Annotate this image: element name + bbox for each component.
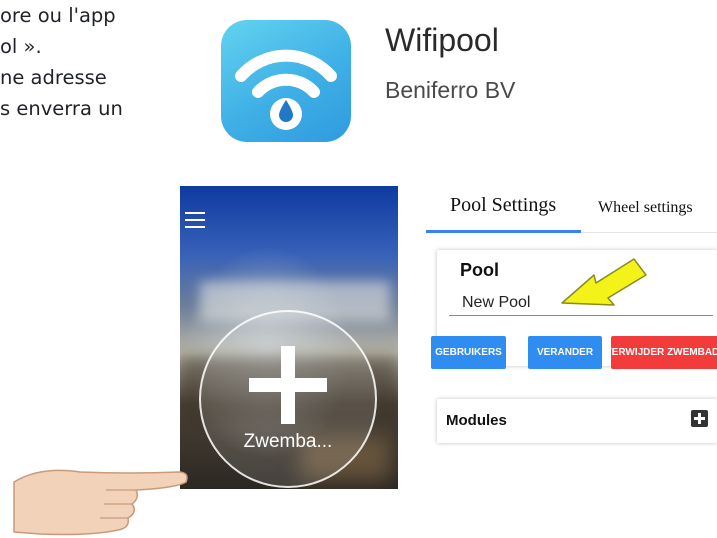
users-button[interactable]: GEBRUIKERS — [431, 336, 506, 369]
wifi-drop-icon — [221, 20, 351, 142]
yellow-arrow-icon — [561, 258, 647, 306]
modules-card: Modules — [437, 399, 717, 443]
app-developer: Beniferro BV — [385, 77, 516, 103]
pool-section-title: Pool — [460, 260, 499, 280]
tab-bar: Pool Settings Wheel settings — [426, 186, 717, 233]
modules-title: Modules — [446, 412, 507, 429]
document-line: ol ». — [0, 35, 42, 58]
document-line: ne adresse — [0, 66, 107, 89]
change-button[interactable]: VERANDER — [528, 336, 602, 369]
document-line: s enverra un — [0, 97, 123, 120]
active-tab-indicator — [426, 230, 581, 233]
app-name: Wifipool — [385, 22, 499, 58]
pool-settings-panel: Pool Settings Wheel settings Pool GEBRUI… — [426, 186, 717, 456]
phone-screen: Zwemba... — [180, 186, 398, 489]
add-module-icon[interactable] — [691, 410, 708, 427]
tab-wheel-settings[interactable]: Wheel settings — [598, 199, 693, 217]
hamburger-menu-icon[interactable] — [185, 212, 205, 228]
pointing-hand-icon — [13, 469, 188, 536]
delete-pool-button[interactable]: VERWIJDER ZWEMBAD — [611, 336, 717, 369]
document-line: ore ou l'app — [0, 4, 116, 27]
add-pool-button[interactable]: Zwemba... — [199, 310, 377, 488]
tab-pool-settings[interactable]: Pool Settings — [450, 194, 556, 217]
document-text: ore ou l'app ol ». ne adresse s enverra … — [0, 0, 123, 124]
add-pool-label: Zwemba... — [243, 431, 333, 452]
